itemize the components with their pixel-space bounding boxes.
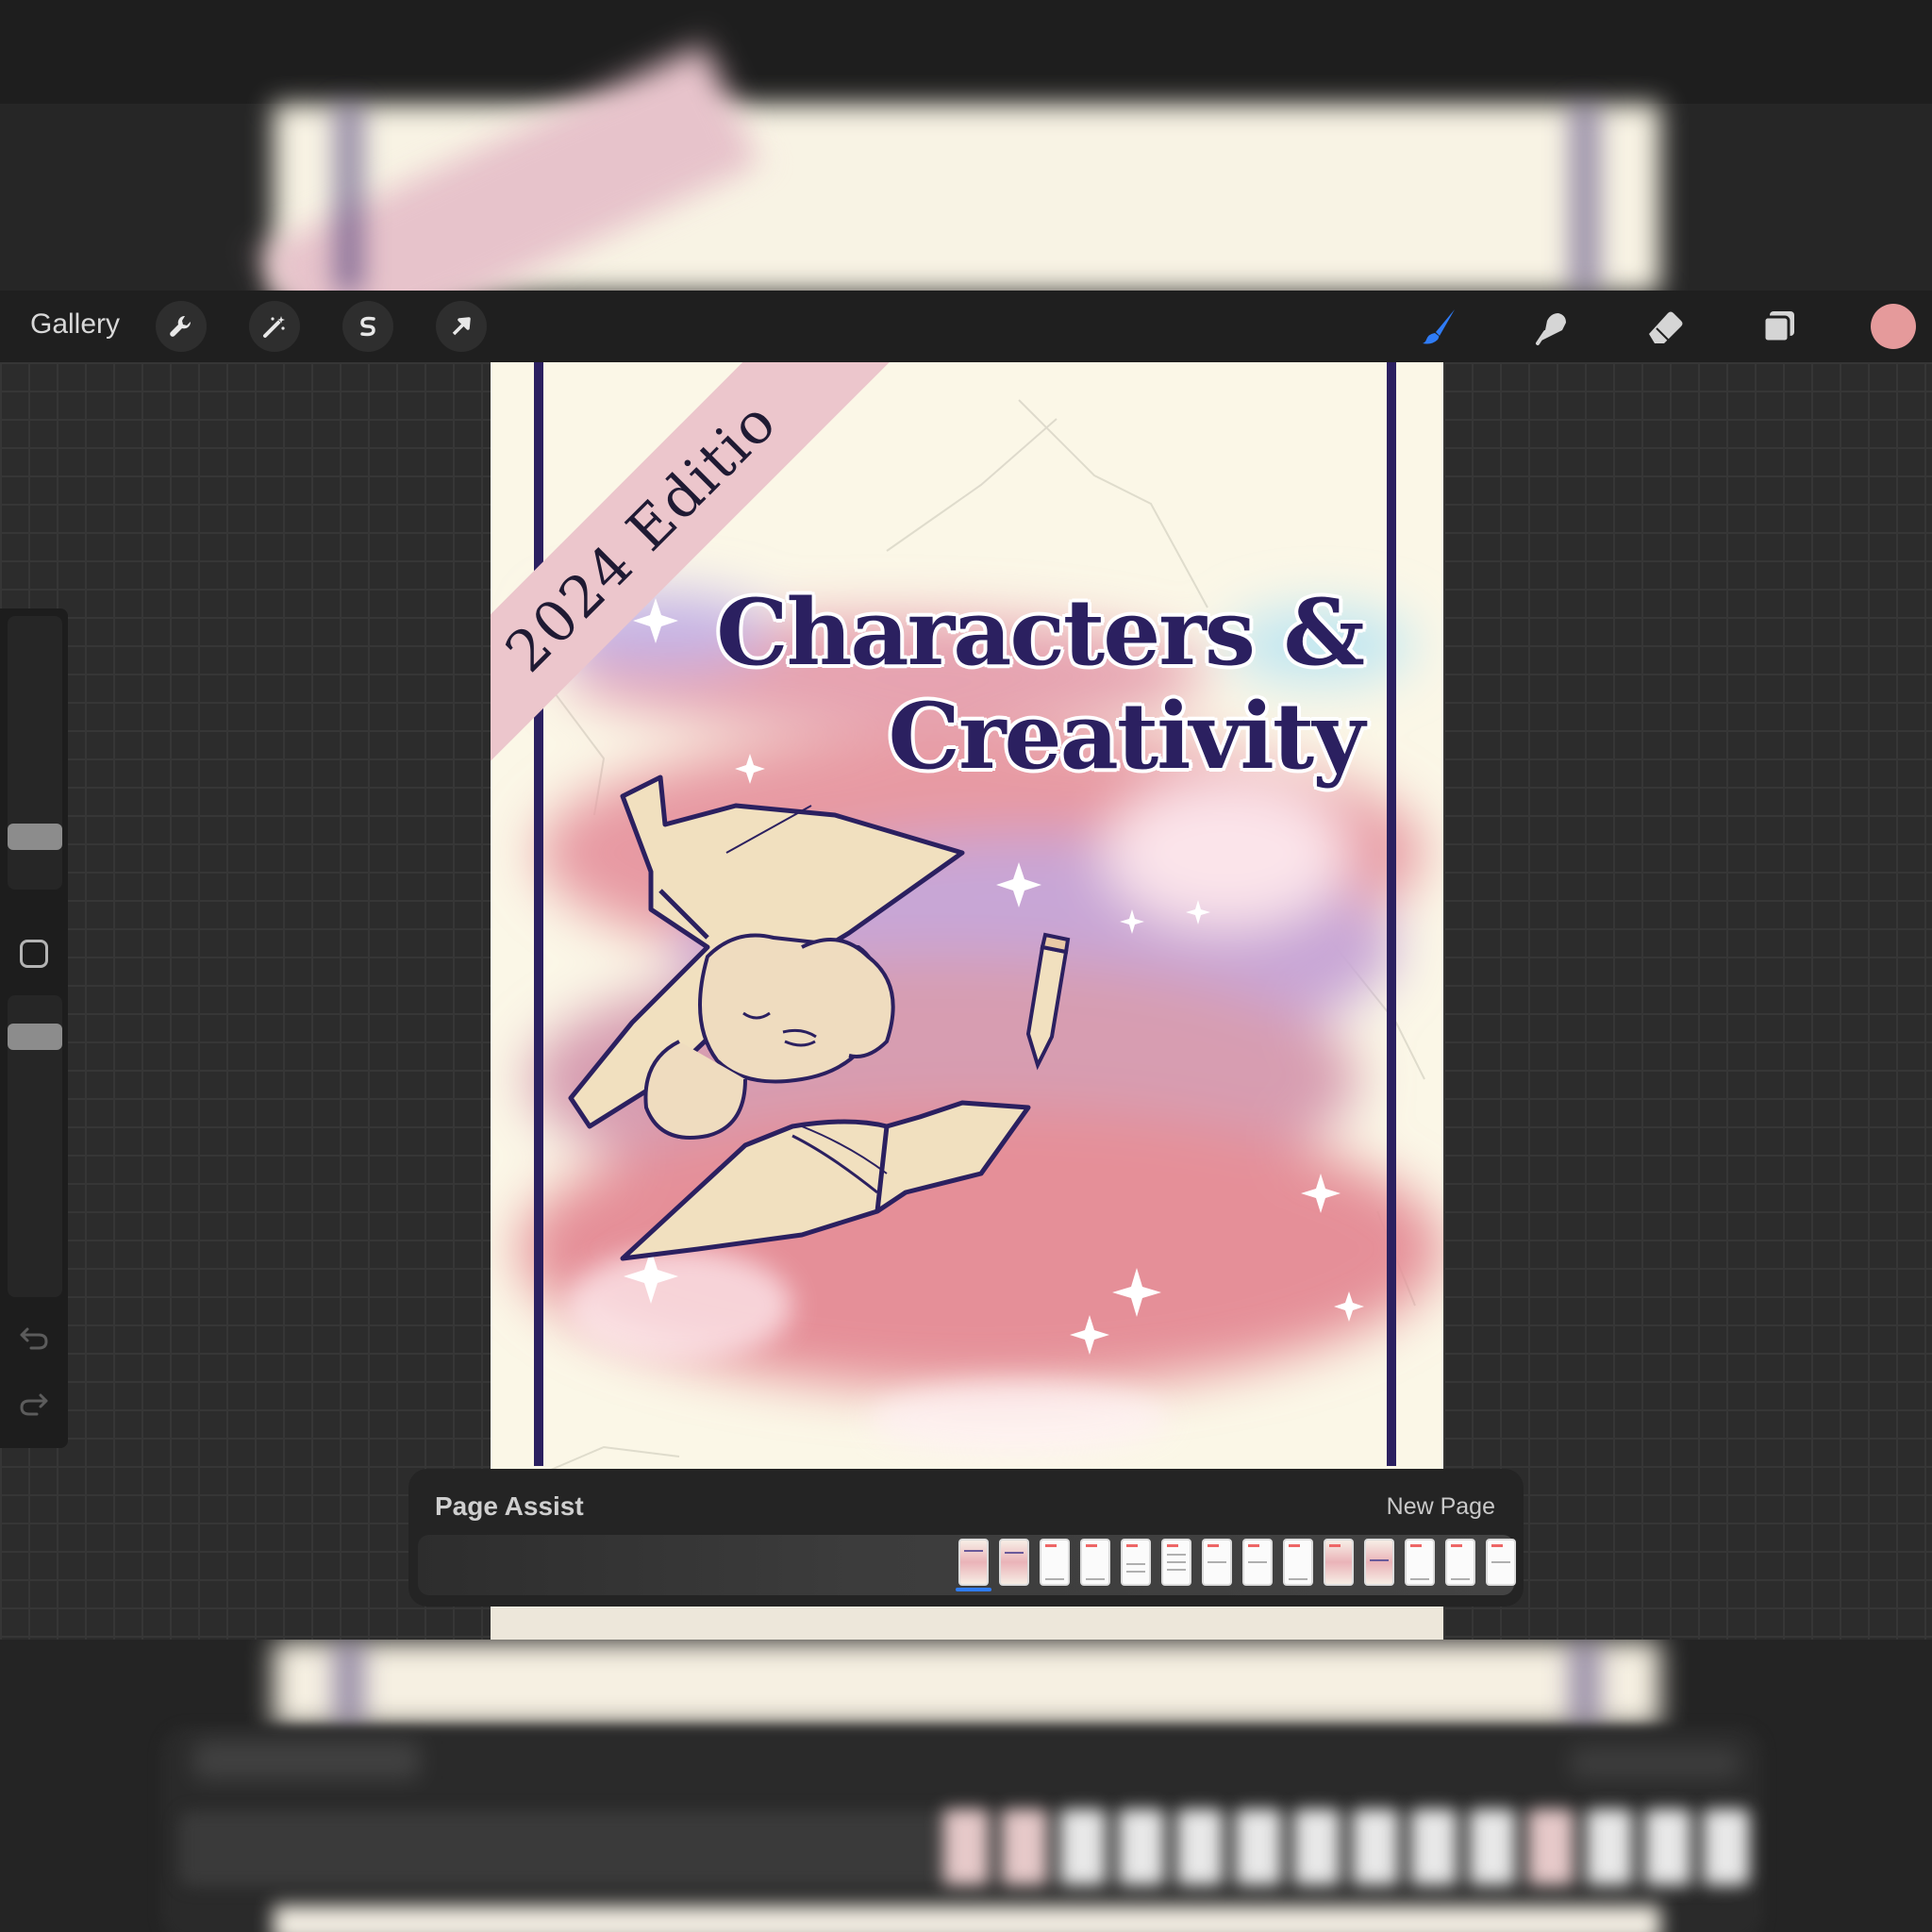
actions-button[interactable] [156,301,207,352]
page-assist-title: Page Assist [435,1491,584,1521]
opacity-thumb[interactable] [8,1024,62,1050]
page-thumbnail-strip[interactable] [418,1535,1516,1595]
new-page-button[interactable]: New Page [1387,1493,1495,1521]
transform-button[interactable] [436,301,487,352]
blurred-stripe [335,1641,363,1726]
blurred-thumb [1002,1809,1047,1885]
blurred-thumb [1236,1809,1281,1885]
left-sidebar [0,608,68,1448]
redo-icon[interactable] [18,1390,50,1418]
brush-size-thumb[interactable] [8,824,62,850]
top-toolbar: Gallery [0,291,1932,362]
modify-button[interactable] [20,940,48,968]
blurred-panel-title [193,1741,420,1779]
blurred-stripe [1571,104,1599,292]
page-thumbnail[interactable] [1161,1539,1191,1586]
undo-icon[interactable] [18,1324,50,1352]
next-page-peek [491,1607,1443,1640]
page-thumbnail[interactable] [1324,1539,1354,1586]
blurred-thumb [1645,1809,1690,1885]
page-thumbnail[interactable] [1202,1539,1232,1586]
page-thumbnail[interactable] [1242,1539,1273,1586]
magic-wand-icon [263,316,285,338]
page-thumbnail[interactable] [1283,1539,1313,1586]
blurred-stripe [1571,1641,1599,1726]
blurred-thumb [1528,1809,1574,1885]
page-thumbnail[interactable] [1364,1539,1394,1586]
wrench-icon [170,315,192,337]
smudge-icon[interactable] [1530,304,1575,349]
blurred-thumb [1411,1809,1457,1885]
page-thumbnail[interactable] [1080,1539,1110,1586]
title-line-2: Creativity [888,683,1365,790]
page-thumbnail[interactable] [958,1539,989,1586]
artwork-canvas[interactable]: 2024 Editio Characters & Creativity [491,362,1443,1640]
blurred-page [274,1641,1660,1726]
page-thumbnail[interactable] [999,1539,1029,1586]
page-thumbnail[interactable] [1405,1539,1435,1586]
blurred-thumb [1353,1809,1398,1885]
page-assist-panel: Page Assist New Page [408,1469,1524,1607]
blurred-page [274,1906,1660,1932]
blurred-thumb [1587,1809,1632,1885]
page-thumbnail[interactable] [1486,1539,1516,1586]
blurred-thumb [1119,1809,1164,1885]
blurred-thumb [1470,1809,1515,1885]
eraser-icon[interactable] [1643,304,1689,349]
brush-icon[interactable] [1417,304,1462,349]
selection-button[interactable] [342,301,393,352]
layers-icon[interactable] [1757,304,1802,349]
blurred-thumb [1060,1809,1106,1885]
page-thumbnail[interactable] [1121,1539,1151,1586]
page-thumbnail[interactable] [1445,1539,1475,1586]
blurred-top-bar [0,0,1932,104]
page-border-left [534,362,543,1466]
selection-icon [360,316,375,337]
page-thumbnail[interactable] [1040,1539,1070,1586]
page-border-right [1387,362,1396,1466]
gallery-button[interactable]: Gallery [30,308,120,341]
transform-arrow-icon [452,317,471,336]
blurred-thumb [1704,1809,1749,1885]
blurred-thumb [1177,1809,1223,1885]
title-line-1: Characters & [716,579,1365,686]
blurred-thumb [943,1809,989,1885]
blurred-panel-button [1571,1747,1740,1779]
blurred-thumb [1294,1809,1340,1885]
adjustments-button[interactable] [249,301,300,352]
blurred-stripe [335,104,363,292]
color-picker-button[interactable] [1871,304,1916,349]
active-page-indicator [956,1588,991,1591]
